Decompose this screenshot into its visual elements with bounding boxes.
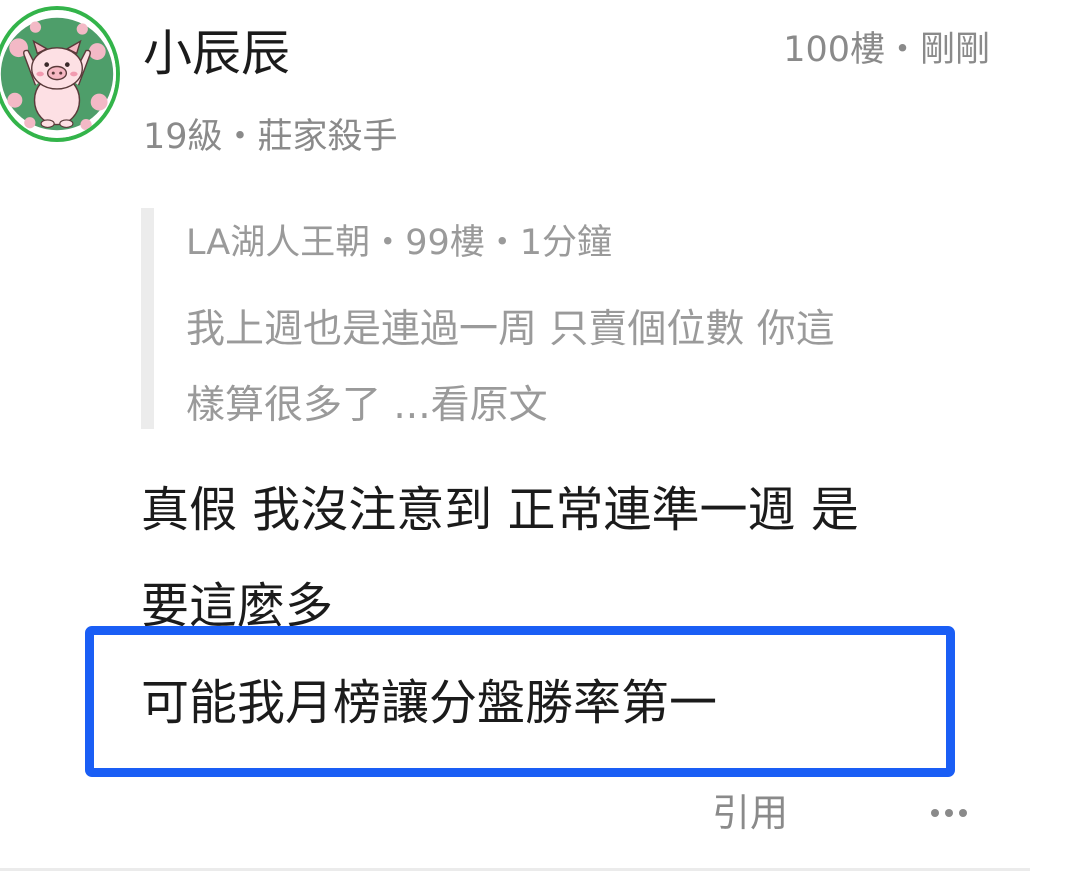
comment-body-line: 真假 我沒注意到 正常連準一週 是 bbox=[141, 482, 859, 538]
floor-time-meta: 100樓・剛剛 bbox=[783, 30, 990, 70]
author-name[interactable]: 小辰辰 bbox=[143, 22, 290, 86]
pig-avatar-icon bbox=[0, 10, 116, 138]
avatar[interactable] bbox=[0, 6, 120, 142]
divider bbox=[0, 868, 1030, 871]
more-horizontal-icon[interactable] bbox=[928, 796, 970, 830]
quote-button[interactable]: 引用 bbox=[712, 788, 788, 838]
author-level-title: 19級・莊家殺手 bbox=[143, 117, 398, 157]
quoted-reply-text: 我上週也是連過一周 只賣個位數 你這 樣算很多了 ...看原文 bbox=[186, 292, 996, 444]
quoted-reply-header: LA湖人王朝・99樓・1分鐘 bbox=[186, 223, 613, 263]
quoted-reply-line: 樣算很多了 ...看原文 bbox=[186, 383, 548, 428]
highlight-box: 可能我月榜讓分盤勝率第一 bbox=[85, 626, 955, 777]
quoted-reply[interactable]: LA湖人王朝・99樓・1分鐘 我上週也是連過一周 只賣個位數 你這 樣算很多了 … bbox=[141, 208, 1021, 429]
highlighted-comment-line: 可能我月榜讓分盤勝率第一 bbox=[141, 675, 718, 731]
quoted-reply-line: 我上週也是連過一周 只賣個位數 你這 bbox=[186, 307, 835, 352]
